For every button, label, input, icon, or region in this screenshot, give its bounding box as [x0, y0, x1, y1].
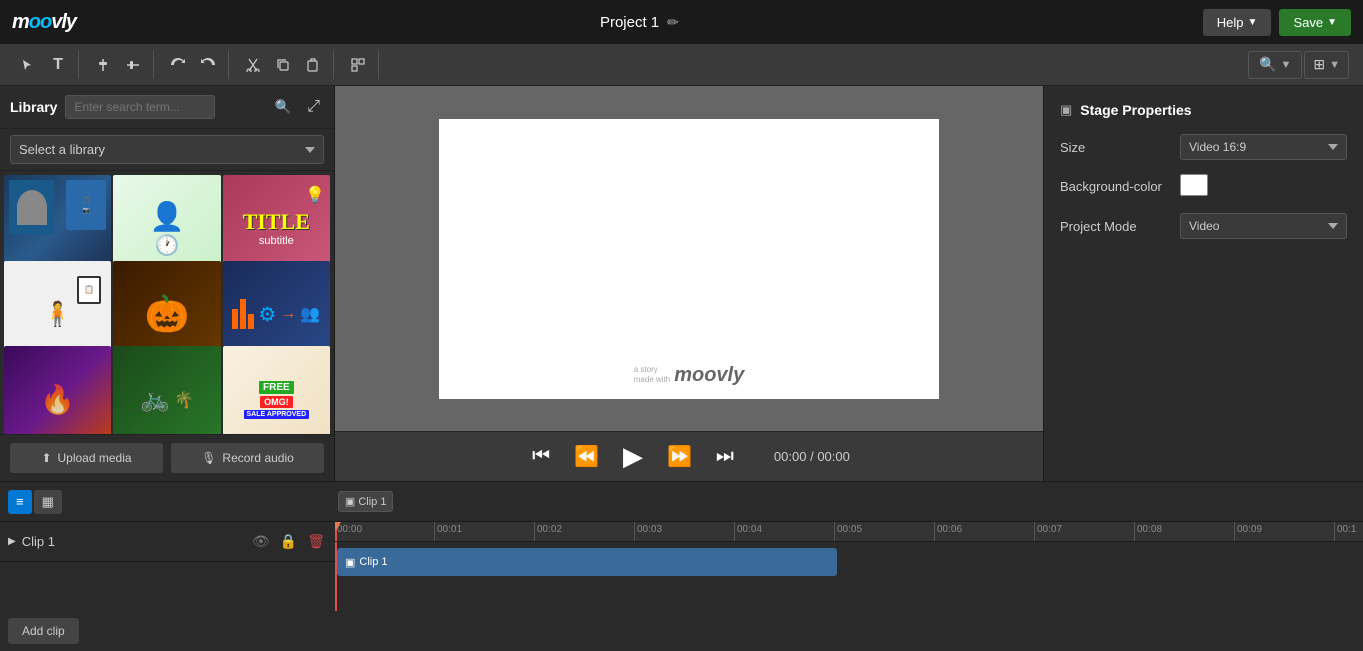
- size-select[interactable]: Video 16:9 Video 4:3 Video 9:16 Square 1…: [1180, 134, 1347, 160]
- time-display: 00:00 / 00:00: [774, 449, 850, 464]
- panel-header: ▣ Stage Properties: [1060, 102, 1347, 118]
- timeline-tracks-panel: ▶ Clip 1 👁 🔒 🗑: [0, 522, 335, 611]
- grid-view-button[interactable]: ⊞ ▼: [1304, 51, 1349, 79]
- main-layout: Library 🔍 ⤢ Select a library 🎵: [0, 86, 1363, 481]
- add-clip-button[interactable]: Add clip: [8, 618, 79, 644]
- right-panel: ▣ Stage Properties Size Video 16:9 Video…: [1043, 86, 1363, 481]
- search-icon-button[interactable]: 🔍: [271, 95, 296, 119]
- timeline-view-btns: ≡ ▦: [8, 490, 62, 514]
- center-stage: a story made with moovly ⏮ ⏪ ▶ ⏩ ⏭ 00:00…: [335, 86, 1043, 481]
- clip-block-1[interactable]: ▣ Clip 1: [337, 548, 837, 576]
- watermark-brand: moovly: [674, 364, 744, 387]
- track-name: Clip 1: [22, 534, 244, 549]
- project-mode-row: Project Mode Video GIF HTML5: [1060, 213, 1347, 239]
- timeline-content: ▶ Clip 1 👁 🔒 🗑 00:00 00:01 00:02 00:03 0…: [0, 522, 1363, 611]
- tool-group-history: [158, 51, 229, 79]
- track-delete-button[interactable]: 🗑: [305, 531, 327, 552]
- library-select-row: Select a library: [0, 129, 334, 171]
- lib-item-row3a[interactable]: 🔥: [4, 346, 111, 434]
- track-expand-button[interactable]: ▶: [8, 536, 16, 547]
- undo-button[interactable]: [164, 51, 192, 79]
- search-button[interactable]: 🔍 ▼: [1248, 51, 1302, 79]
- timeline-ruler-area: 00:00 00:01 00:02 00:03 00:04 00:05 00:0…: [335, 522, 1363, 611]
- clip-block-label: Clip 1: [359, 556, 387, 568]
- panel-title: Stage Properties: [1080, 102, 1191, 118]
- record-audio-label: Record audio: [222, 451, 293, 465]
- bg-color-value: [1180, 174, 1347, 199]
- lib-item-row3b[interactable]: 🚲 🌴: [113, 346, 220, 434]
- clip-icon: ▣: [345, 556, 355, 569]
- record-audio-button[interactable]: 🎙 Record audio: [171, 443, 324, 473]
- project-mode-select[interactable]: Video GIF HTML5: [1180, 213, 1347, 239]
- total-time: 00:00: [817, 449, 850, 464]
- size-row: Size Video 16:9 Video 4:3 Video 9:16 Squ…: [1060, 134, 1347, 160]
- size-value: Video 16:9 Video 4:3 Video 9:16 Square 1…: [1180, 134, 1347, 160]
- timeline-ruler: 00:00 00:01 00:02 00:03 00:04 00:05 00:0…: [335, 522, 1363, 542]
- project-title: Project 1: [600, 14, 659, 31]
- library-grid: 🎵 📷 ✏️ PERSONAL LIBRARY 👤 🕐 CLEAN GRAPHI…: [0, 171, 334, 434]
- bg-color-swatch[interactable]: [1180, 174, 1208, 196]
- bg-color-row: Background-color: [1060, 174, 1347, 199]
- project-mode-label: Project Mode: [1060, 219, 1180, 234]
- toolbar: T 🔍 ▼: [0, 44, 1363, 86]
- play-button[interactable]: ▶: [619, 437, 647, 476]
- size-label: Size: [1060, 140, 1180, 155]
- rewind-button[interactable]: ⏪: [570, 440, 603, 473]
- upload-media-label: Upload media: [58, 451, 132, 465]
- lib-item-row3c[interactable]: FREE OMG! SALE APPROVED: [223, 346, 330, 434]
- topbar-actions: Help ▼ Save ▼: [1203, 9, 1351, 36]
- cursor-tool[interactable]: [14, 51, 42, 79]
- topbar: moovly Project 1 ✏ Help ▼ Save ▼: [0, 0, 1363, 44]
- cut-button[interactable]: [239, 51, 267, 79]
- library-actions: ⬆ Upload media 🎙 Record audio: [0, 434, 334, 481]
- library-select[interactable]: Select a library: [10, 135, 324, 164]
- upload-icon: ⬆: [41, 451, 51, 465]
- skip-start-button[interactable]: ⏮: [528, 441, 554, 472]
- playback-controls: ⏮ ⏪ ▶ ⏩ ⏭ 00:00 / 00:00: [335, 431, 1043, 481]
- track-row-clip1: ▶ Clip 1 👁 🔒 🗑: [0, 522, 335, 562]
- tool-group-search: 🔍 ▼ ⊞ ▼: [1242, 51, 1355, 79]
- tool-group-align: [83, 51, 154, 79]
- tool-group-edit: [233, 51, 334, 79]
- left-panel: Library 🔍 ⤢ Select a library 🎵: [0, 86, 335, 481]
- fast-forward-button[interactable]: ⏩: [663, 440, 696, 473]
- logo: moovly: [12, 11, 76, 34]
- help-button[interactable]: Help ▼: [1203, 9, 1272, 36]
- add-clip-row: Add clip: [0, 611, 1363, 651]
- tool-group-arrange: [338, 51, 379, 79]
- project-mode-value: Video GIF HTML5: [1180, 213, 1347, 239]
- list-view-button[interactable]: ≡: [8, 490, 32, 514]
- clip-select-button[interactable]: ▣ Clip 1: [338, 491, 394, 512]
- bg-color-label: Background-color: [1060, 179, 1180, 194]
- paste-button[interactable]: [299, 51, 327, 79]
- project-title-area: Project 1 ✏: [600, 14, 679, 31]
- grid-view-btn-timeline[interactable]: ▦: [34, 490, 62, 514]
- expand-button[interactable]: ⤢: [303, 94, 324, 120]
- align-v-tool[interactable]: [89, 51, 117, 79]
- align-h-tool[interactable]: [119, 51, 147, 79]
- canvas: a story made with moovly: [439, 119, 939, 399]
- stage-area: a story made with moovly: [335, 86, 1043, 431]
- bottom-section: ≡ ▦ ▣ Clip 1 ▶ Clip 1 👁 🔒 🗑 00:00 00:01: [0, 481, 1363, 651]
- save-button[interactable]: Save ▼: [1279, 9, 1351, 36]
- text-tool[interactable]: T: [44, 51, 72, 79]
- timeline-header: ≡ ▦ ▣ Clip 1: [0, 482, 1363, 522]
- skip-end-button[interactable]: ⏭: [712, 441, 738, 472]
- upload-media-button[interactable]: ⬆ Upload media: [10, 443, 163, 473]
- redo-button[interactable]: [194, 51, 222, 79]
- track-visibility-button[interactable]: 👁: [250, 531, 272, 552]
- search-input[interactable]: [65, 95, 215, 119]
- library-title: Library: [10, 99, 57, 115]
- library-search-area: [65, 95, 262, 119]
- copy-button[interactable]: [269, 51, 297, 79]
- arrange-button[interactable]: [344, 51, 372, 79]
- panel-collapse-icon[interactable]: ▣: [1060, 102, 1072, 118]
- track-lock-button[interactable]: 🔒: [278, 531, 299, 552]
- current-time: 00:00: [774, 449, 807, 464]
- edit-title-icon[interactable]: ✏: [667, 14, 679, 31]
- library-header: Library 🔍 ⤢: [0, 86, 334, 129]
- record-icon: 🎙: [201, 451, 216, 465]
- tool-group-select: T: [8, 51, 79, 79]
- watermark: a story made with moovly: [634, 364, 745, 387]
